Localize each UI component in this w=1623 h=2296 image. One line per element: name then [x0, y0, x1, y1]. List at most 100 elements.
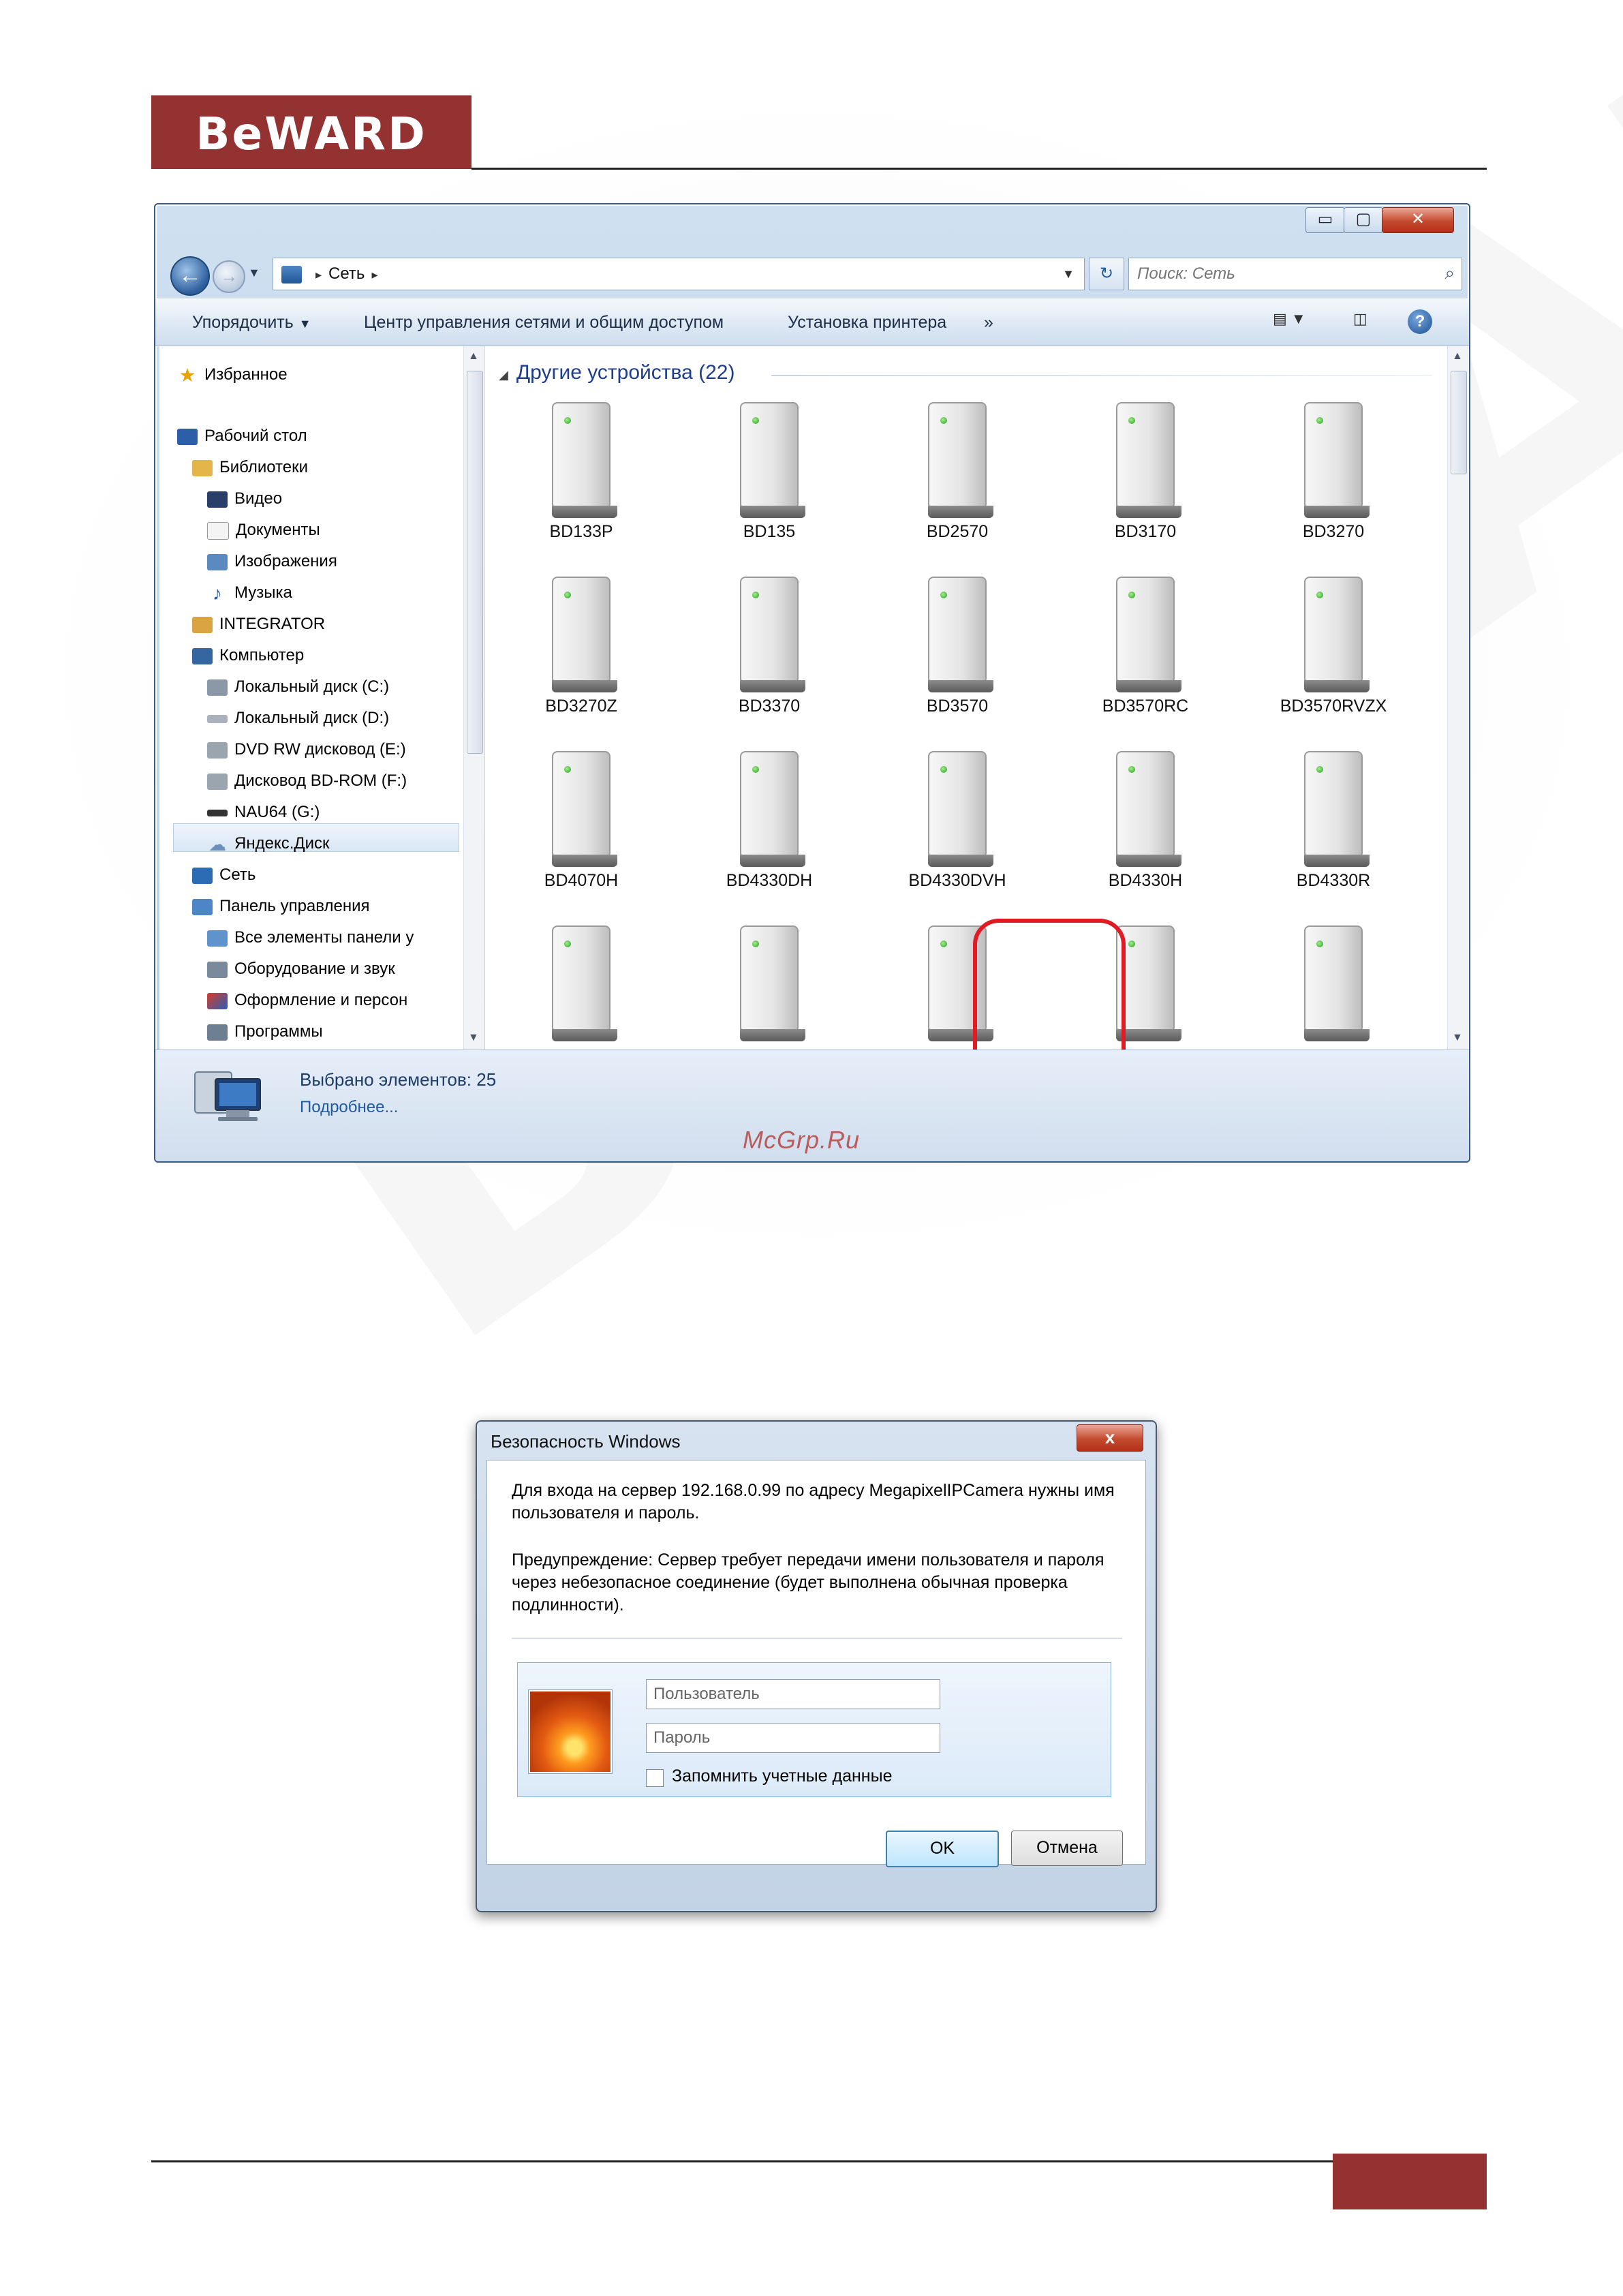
network-device-item[interactable]: BD2570 [879, 394, 1036, 564]
scroll-up-icon[interactable]: ▲ [468, 350, 479, 363]
search-box[interactable]: ⌕ [1128, 258, 1462, 290]
network-device-item[interactable]: BD3270 [1255, 394, 1412, 564]
scroll-thumb[interactable] [1451, 371, 1467, 474]
network-device-icon [1116, 751, 1181, 867]
sidebar-item-cp-hardware[interactable]: Оборудование и звук [207, 957, 395, 981]
network-device-item[interactable]: BD3370 [691, 568, 848, 739]
network-device-icon [552, 577, 617, 692]
cancel-button[interactable]: Отмена [1011, 1831, 1123, 1866]
network-device-item[interactable]: BD3570RVZX [1255, 568, 1412, 739]
sidebar-item-control-panel[interactable]: Панель управления [192, 894, 369, 919]
more-details-link[interactable]: Подробнее... [300, 1098, 398, 1117]
sidebar-item-computer[interactable]: Компьютер [192, 643, 304, 668]
sidebar-item-integrator[interactable]: INTEGRATOR [192, 612, 325, 637]
group-header-label: Другие устройства (22) [516, 361, 735, 384]
device-name: BD2570 [926, 522, 989, 541]
network-device-icon [1116, 402, 1181, 518]
network-icon [281, 265, 302, 284]
search-icon[interactable]: ⌕ [1444, 262, 1455, 284]
remember-checkbox[interactable] [646, 1769, 664, 1787]
sidebar-label-favorites: Избранное [204, 365, 288, 384]
view-options-icon[interactable]: ▤ ▼ [1273, 310, 1306, 335]
network-device-item[interactable]: BD3170 [1067, 394, 1224, 564]
password-field[interactable] [646, 1723, 940, 1753]
network-device-item[interactable]: BD4330DVH [879, 743, 1036, 913]
network-device-item[interactable]: BD3570RC [1067, 568, 1224, 739]
scroll-down-icon[interactable]: ▼ [1452, 1032, 1463, 1044]
breadcrumb-network[interactable]: Сеть [328, 264, 365, 283]
device-name: BD4330R [1296, 871, 1371, 890]
sidebar-item-cp-programs[interactable]: Программы [207, 1020, 323, 1044]
more-commands-button[interactable]: » [984, 313, 993, 333]
sidebar-item-nau-g[interactable]: NAU64 (G:) [207, 800, 320, 825]
network-device-icon [740, 402, 805, 518]
sidebar-item-dvd-e[interactable]: DVD RW дисковод (E:) [207, 737, 406, 762]
dialog-message: Для входа на сервер 192.168.0.99 по адре… [512, 1481, 1115, 1522]
device-name: BD3270Z [545, 697, 617, 716]
network-device-icon [740, 751, 805, 867]
network-device-item[interactable] [691, 917, 848, 1050]
network-device-item[interactable]: BD133P [503, 394, 660, 564]
maximize-button[interactable]: ▢ [1344, 207, 1383, 233]
content-scrollbar[interactable]: ▲ ▼ [1447, 346, 1468, 1050]
sidebar-item-network[interactable]: Сеть [192, 863, 256, 887]
sidebar-item-disk-d[interactable]: Локальный диск (D:) [207, 706, 389, 731]
network-device-item[interactable] [503, 917, 660, 1050]
back-arrow-icon[interactable]: ← [170, 256, 210, 296]
scroll-thumb[interactable] [467, 371, 483, 754]
preview-pane-icon[interactable]: ◫ [1353, 310, 1367, 335]
sidebar-item-bdrom-f[interactable]: Дисковод BD-ROM (F:) [207, 769, 407, 793]
collapse-triangle-icon[interactable]: ◢ [499, 368, 508, 382]
forward-arrow-icon[interactable]: → [213, 260, 245, 293]
network-device-item[interactable]: BD3570 [879, 568, 1036, 739]
sidebar-item-disk-c[interactable]: Локальный диск (C:) [207, 675, 389, 699]
sidebar-item-video[interactable]: Видео [207, 487, 282, 511]
navigation-bar: ← → ▼ ▸ Сеть ▸ ▼ ↻ ⌕ [155, 252, 1469, 296]
network-center-button[interactable]: Центр управления сетями и общим доступом [364, 313, 724, 333]
search-input[interactable] [1136, 262, 1425, 286]
sidebar-item-libraries[interactable]: Библиотеки [192, 455, 308, 480]
help-icon[interactable]: ? [1408, 309, 1432, 334]
network-device-icon [928, 577, 993, 692]
sidebar-item-cp-appearance[interactable]: Оформление и персон [207, 988, 407, 1013]
sidebar-item-images[interactable]: Изображения [207, 549, 337, 574]
sidebar-item-desktop[interactable]: Рабочий стол [177, 424, 307, 448]
device-name: BD4330DVH [908, 871, 1006, 890]
sidebar-item-favorites[interactable]: ★ Избранное [177, 363, 288, 387]
network-device-item[interactable]: BD4070H [503, 743, 660, 913]
organize-button[interactable]: Упорядочить ▼ [192, 313, 311, 333]
ok-button[interactable]: OK [886, 1831, 999, 1867]
printer-icon [207, 961, 228, 978]
navigation-scrollbar[interactable]: ▲ ▼ [463, 346, 484, 1050]
device-name: BD133P [549, 522, 613, 541]
scroll-down-icon[interactable]: ▼ [468, 1032, 479, 1044]
refresh-icon[interactable]: ↻ [1089, 258, 1124, 290]
recent-pages-dropdown-icon[interactable]: ▼ [248, 266, 260, 280]
network-device-item[interactable]: BD4330H [1067, 743, 1224, 913]
network-device-item[interactable]: BD135 [691, 394, 848, 564]
sidebar-label-cp-appearance: Оформление и персон [234, 991, 408, 1009]
close-button[interactable]: ✕ [1382, 207, 1454, 233]
sidebar-label-cp-programs: Программы [234, 1022, 323, 1041]
address-dropdown-icon[interactable]: ▼ [1062, 258, 1075, 290]
sidebar-item-documents[interactable]: Документы [207, 518, 320, 542]
add-printer-button[interactable]: Установка принтера [788, 313, 946, 333]
network-device-icon [1304, 577, 1370, 692]
device-name: BD3270 [1302, 522, 1365, 541]
minimize-button[interactable]: ▭ [1305, 207, 1345, 233]
username-field[interactable] [646, 1679, 940, 1709]
sidebar-label-cp-all: Все элементы панели у [234, 928, 414, 947]
network-device-item[interactable] [1255, 917, 1412, 1050]
network-device-item[interactable]: BD3270Z [503, 568, 660, 739]
sidebar-item-yandex[interactable]: ☁ Яндекс.Диск [207, 831, 330, 856]
network-device-item[interactable]: BD4330DH [691, 743, 848, 913]
sidebar-item-music[interactable]: ♪ Музыка [207, 581, 292, 605]
address-bar[interactable]: ▸ Сеть ▸ ▼ [273, 258, 1085, 290]
group-header[interactable]: ◢ Другие устройства (22) [499, 361, 735, 384]
dialog-close-button[interactable]: x [1077, 1424, 1143, 1452]
scroll-up-icon[interactable]: ▲ [1452, 350, 1463, 363]
network-device-icon [740, 577, 805, 692]
sidebar-item-cp-all[interactable]: Все элементы панели у [207, 925, 414, 950]
network-device-icon [928, 402, 993, 518]
network-device-item[interactable]: BD4330R [1255, 743, 1412, 913]
